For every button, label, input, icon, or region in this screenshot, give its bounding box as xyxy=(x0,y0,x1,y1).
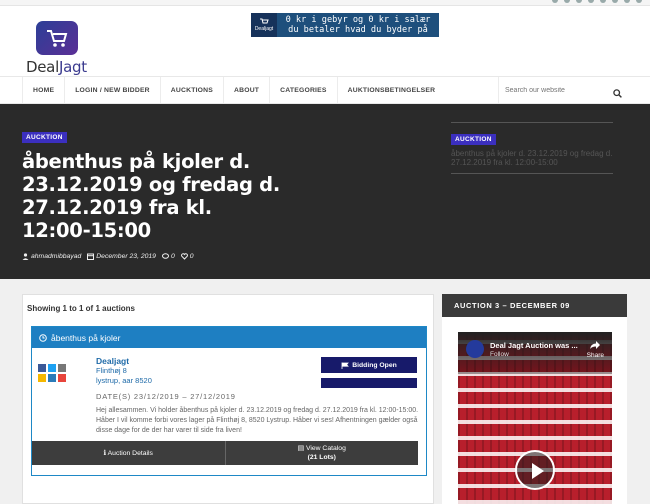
search-icon[interactable] xyxy=(613,85,622,103)
post-title: åbenthus på kjoler d. 23.12.2019 og fred… xyxy=(22,150,280,242)
seller-address-line1[interactable]: Flinthøj 8 xyxy=(96,366,152,376)
social-icon[interactable] xyxy=(624,0,630,3)
share-icon xyxy=(590,341,601,349)
nav-item-categories[interactable]: CATEGORIES xyxy=(269,77,336,103)
banner-logo: Dealjagt xyxy=(251,13,277,37)
secondary-button[interactable] xyxy=(321,378,417,388)
logo-text: DealJagt xyxy=(26,58,87,76)
banner-text: 0 kr i gebyr og 0 kr i salær du betaler h… xyxy=(285,15,431,35)
social-icon[interactable] xyxy=(564,0,570,3)
related-post[interactable]: AUCKTION åbenthus på kjoler d. 23.12.201… xyxy=(451,122,613,174)
share-label: Share xyxy=(586,352,604,359)
sidebar-widget: AUCTION 3 – DECEMBER 09 Deal Jagt Auctio… xyxy=(442,294,627,504)
related-badge[interactable]: AUCKTION xyxy=(451,134,496,145)
social-icon[interactable] xyxy=(588,0,594,3)
follow-link[interactable]: Follow xyxy=(490,351,509,358)
social-icon[interactable] xyxy=(612,0,618,3)
like-count: 0 xyxy=(189,253,194,260)
cart-icon xyxy=(36,21,78,55)
flag-icon xyxy=(341,362,350,369)
comment-icon xyxy=(161,253,169,259)
calendar-icon xyxy=(87,253,95,260)
video-title[interactable]: Deal Jagt Auction was ... xyxy=(490,341,578,350)
social-icon[interactable] xyxy=(552,0,558,3)
divider xyxy=(451,173,613,174)
play-icon[interactable] xyxy=(515,450,555,490)
share-icon[interactable] xyxy=(48,374,56,382)
social-icon[interactable] xyxy=(636,0,642,3)
auction-details-label: ℹ Auction Details xyxy=(103,449,153,457)
twitter-icon[interactable] xyxy=(48,364,56,372)
post-date: December 23, 2019 xyxy=(96,253,156,260)
likes-meta[interactable]: 0 xyxy=(180,253,194,260)
seller-info: Dealjagt Flinthøj 8 lystrup, aar 8520 xyxy=(96,356,152,386)
heart-icon xyxy=(180,253,188,260)
video-embed[interactable]: Deal Jagt Auction was ... Follow Share xyxy=(458,332,612,504)
auction-card: åbenthus på kjoler Dealjagt Flinthøj 8 l… xyxy=(31,326,427,476)
facebook-icon[interactable] xyxy=(38,364,46,372)
plus-icon[interactable] xyxy=(58,374,66,382)
comments-meta[interactable]: 0 xyxy=(161,253,175,260)
author-name: ahmadmibbayad xyxy=(31,253,82,260)
auction-card-header[interactable]: åbenthus på kjoler xyxy=(32,327,426,348)
bidding-open-button[interactable]: Bidding Open xyxy=(321,357,417,373)
post-header: AUCKTION åbenthus på kjoler d. 23.12.201… xyxy=(22,126,282,260)
widget-title: AUCTION 3 – DECEMBER 09 xyxy=(442,294,627,317)
auction-details-button[interactable]: ℹ Auction Details xyxy=(32,441,225,465)
social-links xyxy=(552,0,642,3)
nav-item-login[interactable]: LOGIN / NEW BIDDER xyxy=(64,77,160,103)
post-hero: AUCKTION åbenthus på kjoler d. 23.12.201… xyxy=(0,104,650,279)
share-buttons xyxy=(38,364,74,382)
nav-item-home[interactable]: HOME xyxy=(22,77,64,103)
auction-listing: Showing 1 to 1 of 1 auctions åbenthus på… xyxy=(22,294,434,504)
auction-title[interactable]: åbenthus på kjoler xyxy=(51,333,120,343)
category-badge[interactable]: AUCKTION xyxy=(22,132,67,143)
post-meta: ahmadmibbayad December 23, 2019 0 0 xyxy=(22,253,282,260)
nav-item-about[interactable]: ABOUT xyxy=(223,77,269,103)
auction-actions: ℹ Auction Details ▤ View Catalog (21 Lot… xyxy=(32,441,418,465)
channel-avatar[interactable] xyxy=(466,340,484,358)
auction-dates: DATE(S) 23/12/2019 – 27/12/2019 xyxy=(96,392,236,401)
date-meta: December 23, 2019 xyxy=(87,253,156,260)
search-box xyxy=(498,77,628,103)
lots-count: (21 Lots) xyxy=(307,454,336,461)
view-catalog-label: ▤ View Catalog xyxy=(297,445,346,452)
email-icon[interactable] xyxy=(58,364,66,372)
clock-icon xyxy=(39,333,47,342)
view-catalog-button[interactable]: ▤ View Catalog (21 Lots) xyxy=(224,441,418,465)
related-title[interactable]: åbenthus på kjoler d. 23.12.2019 og fred… xyxy=(451,149,613,167)
auction-card-body: Dealjagt Flinthøj 8 lystrup, aar 8520 DA… xyxy=(32,348,426,476)
search-input[interactable] xyxy=(505,86,605,94)
site-logo[interactable]: DealJagt xyxy=(26,21,87,76)
share-button[interactable]: Share xyxy=(587,340,604,359)
main-nav: HOME LOGIN / NEW BIDDER AUCKTIONS ABOUT … xyxy=(0,76,650,104)
seller-name[interactable]: Dealjagt xyxy=(96,356,152,366)
header-banner[interactable]: Dealjagt 0 kr i gebyr og 0 kr i salær du … xyxy=(251,13,439,37)
auction-description: Hej allesammen. Vi holder åbenthus på kj… xyxy=(96,407,419,434)
social-icon[interactable] xyxy=(600,0,606,3)
author-meta[interactable]: ahmadmibbayad xyxy=(22,253,81,260)
seller-address-line2[interactable]: lystrup, aar 8520 xyxy=(96,376,152,386)
social-icon[interactable] xyxy=(576,0,582,3)
star-icon[interactable] xyxy=(38,374,46,382)
comment-count: 0 xyxy=(170,253,175,260)
nav-item-terms[interactable]: AUKTIONSBETINGELSER xyxy=(336,77,446,103)
results-count: Showing 1 to 1 of 1 auctions xyxy=(27,304,136,313)
user-icon xyxy=(22,253,29,260)
site-header: DealJagt Dealjagt 0 kr i gebyr og 0 kr i… xyxy=(0,6,650,76)
bidding-open-label: Bidding Open xyxy=(352,361,397,369)
book-icon: ▤ xyxy=(297,445,306,452)
nav-item-aucktions[interactable]: AUCKTIONS xyxy=(159,77,223,103)
